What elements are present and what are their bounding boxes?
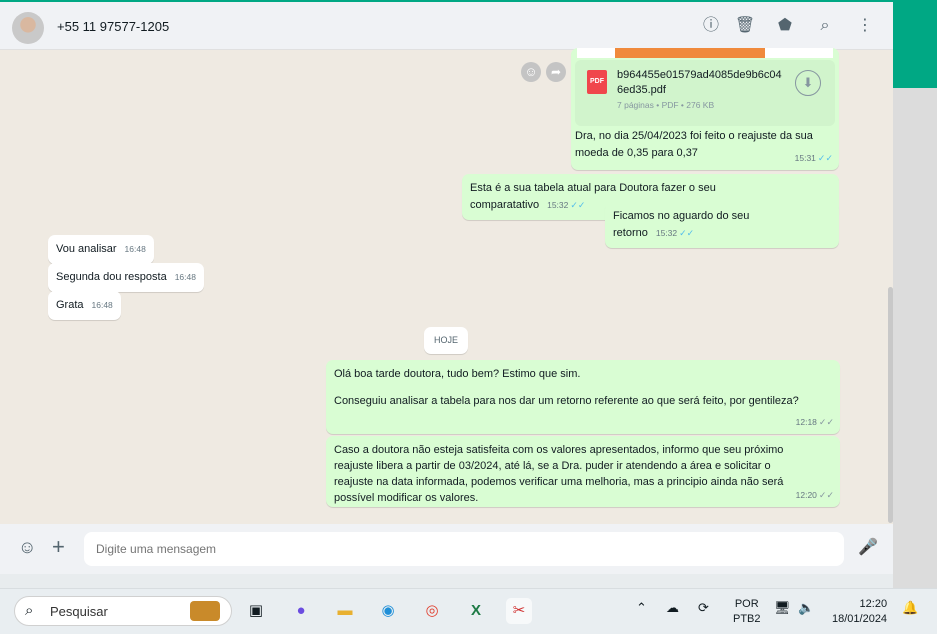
network-icon[interactable]: 🖥 — [774, 600, 791, 616]
microphone-icon[interactable]: 🎤 — [858, 537, 878, 557]
search-label: Pesquisar — [50, 604, 108, 619]
pdf-meta: 7 páginas • PDF • 276 KB — [617, 100, 715, 110]
avatar[interactable] — [12, 12, 44, 44]
message-outgoing: Olá boa tarde doutora, tudo bem? Estimo … — [326, 360, 840, 434]
notification-bell-icon[interactable]: 🔔 — [902, 600, 918, 616]
chevron-up-icon[interactable]: ⌃ — [636, 600, 647, 616]
message-text: Vou analisar — [56, 243, 117, 255]
cloud-off-icon[interactable]: ☁ — [666, 600, 679, 616]
pdf-attachment[interactable]: PDF b964455e01579ad4085de9b6c04 6ed35.pd… — [575, 60, 835, 126]
message-incoming: Vou analisar 16:48 — [48, 235, 154, 264]
message-text: Caso a doutora não esteja satisfeita com… — [334, 444, 784, 504]
emoji-react-icon[interactable]: ☺ — [521, 62, 541, 82]
keyboard-layout: PTB2 — [733, 613, 761, 625]
message-incoming: Segunda dou resposta 16:48 — [48, 263, 204, 292]
forward-icon[interactable]: ➦ — [546, 62, 566, 82]
task-view-icon[interactable]: ▣ — [243, 598, 269, 624]
message-text: moeda de 0,35 para 0,37 — [575, 147, 698, 159]
clock[interactable]: 12:20 18/01/2024 — [832, 597, 887, 627]
language-code: POR — [734, 598, 759, 610]
background-window-strip — [893, 0, 937, 88]
message-input[interactable] — [84, 532, 844, 566]
clock-date: 18/01/2024 — [832, 613, 888, 625]
message-time: 16:48 — [174, 272, 196, 282]
background-window — [893, 88, 937, 588]
download-icon[interactable]: ⬇ — [795, 70, 821, 96]
contact-name[interactable]: +55 11 97577-1205 — [57, 19, 169, 34]
date-separator: HOJE — [424, 327, 469, 354]
chrome-icon[interactable]: ◎ — [419, 598, 445, 624]
message-incoming: Grata 16:48 — [48, 291, 121, 320]
menu-icon[interactable]: ⋮ — [854, 15, 876, 37]
message-time: 15:32 — [655, 228, 678, 238]
attach-plus-icon[interactable]: + — [52, 534, 65, 560]
message-text: Grata — [56, 299, 84, 311]
volume-icon[interactable]: 🔈 — [798, 600, 814, 616]
meet-app-icon[interactable]: ● — [288, 598, 314, 624]
message-time: 16:48 — [124, 244, 146, 254]
delivered-ticks-icon: ✓✓ — [818, 490, 834, 500]
message-outgoing: Ficamos no aguardo do seu retorno 15:32 ✓✓ — [605, 202, 839, 248]
message-text: Dra, no dia 25/04/2023 foi feito o reaju… — [575, 130, 813, 142]
chat-header[interactable]: +55 11 97577-1205 ⓘ 🗑 ⬟ ⌕ ⋮ — [0, 2, 893, 50]
message-text: Olá boa tarde doutora, tudo bem? Estimo … — [334, 368, 581, 380]
edge-icon[interactable]: ◉ — [375, 598, 401, 624]
trash-icon[interactable]: 🗑 — [734, 15, 756, 37]
message-time: 12:20 — [795, 490, 817, 500]
message-time: 15:32 — [547, 200, 569, 210]
sync-icon[interactable]: ⟳ — [698, 600, 709, 616]
language-indicator[interactable]: POR PTB2 — [733, 597, 761, 627]
message-document: PDF b964455e01579ad4085de9b6c04 6ed35.pd… — [571, 48, 839, 170]
message-time: 12:18 — [795, 417, 817, 427]
message-time: 16:48 — [91, 300, 113, 310]
message-text: Conseguiu analisar a tabela para nos dar… — [334, 395, 799, 407]
pdf-filename: b964455e01579ad4085de9b6c04 — [617, 69, 782, 81]
message-text: Segunda dou resposta — [56, 271, 167, 283]
clock-time: 12:20 — [859, 598, 888, 610]
snipping-tool-icon[interactable]: ✂ — [506, 598, 532, 624]
read-ticks-icon: ✓✓ — [679, 228, 695, 238]
info-icon[interactable]: ⓘ — [700, 15, 722, 37]
briefcase-icon — [190, 601, 220, 621]
excel-icon[interactable]: X — [463, 598, 489, 624]
read-ticks-icon: ✓✓ — [817, 153, 833, 163]
search-icon: ⌕ — [25, 602, 34, 619]
search-icon[interactable]: ⌕ — [814, 15, 836, 37]
message-outgoing: Caso a doutora não esteja satisfeita com… — [326, 436, 840, 507]
file-explorer-icon[interactable]: ▬ — [332, 598, 358, 624]
label-icon[interactable]: ⬟ — [774, 15, 796, 37]
taskbar-search[interactable]: ⌕ Pesquisar — [14, 596, 232, 626]
chat-window: +55 11 97577-1205 ⓘ 🗑 ⬟ ⌕ ⋮ ☺ ➦ PDF b964… — [0, 0, 893, 574]
read-ticks-icon: ✓✓ — [570, 200, 586, 210]
emoji-icon[interactable]: ☺ — [18, 537, 36, 558]
message-time: 15:31 — [794, 153, 816, 163]
scrollbar[interactable] — [888, 287, 893, 523]
pdf-icon: PDF — [587, 70, 607, 94]
pdf-filename-end: 6ed35.pdf — [617, 84, 666, 96]
delivered-ticks-icon: ✓✓ — [818, 417, 834, 427]
